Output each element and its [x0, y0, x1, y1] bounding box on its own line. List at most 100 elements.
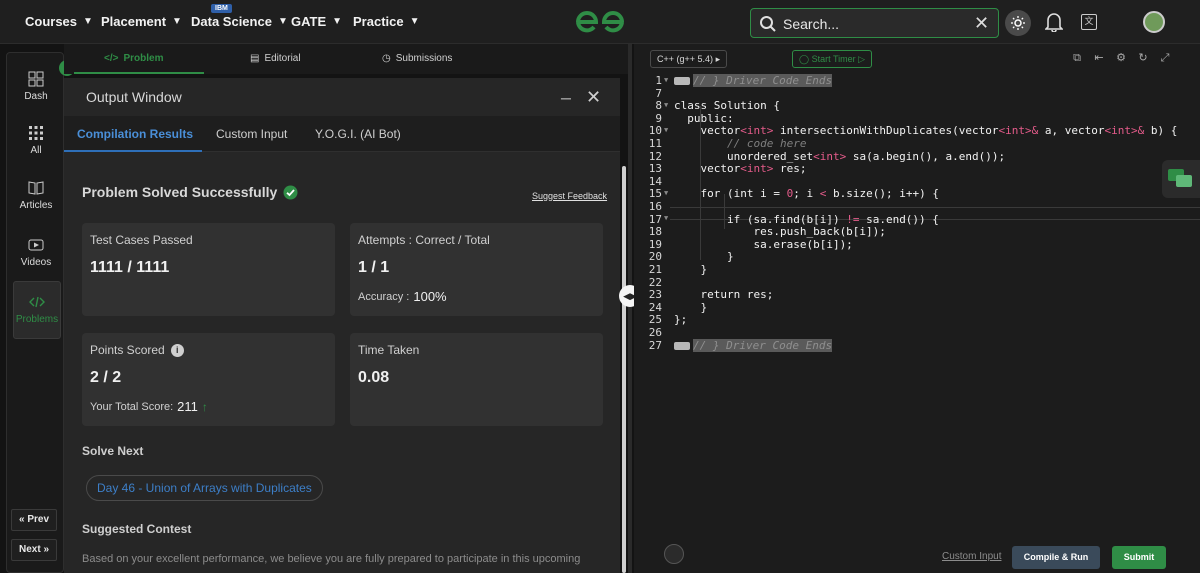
sidebar-item-articles[interactable]: Articles [7, 180, 65, 211]
active-tab-indicator [74, 72, 204, 74]
line-number: 1 [655, 74, 662, 87]
nav-data-science[interactable]: Data Science ▼ [191, 14, 288, 29]
close-icon[interactable]: ✕ [586, 87, 601, 108]
caret-right-icon: ▸ [715, 54, 721, 64]
play-icon: ▷ [858, 54, 866, 64]
line-number: 11 [648, 137, 662, 150]
attempts-card: Attempts : Correct / Total 1 / 1 Accurac… [350, 223, 603, 316]
copy-icon[interactable]: ⧉ [1071, 52, 1083, 64]
suggested-contest-heading: Suggested Contest [82, 522, 192, 536]
bell-icon[interactable] [1045, 12, 1063, 32]
code-line: class Solution { [674, 99, 780, 113]
code-line: sa.erase(b[i]); [674, 237, 853, 251]
fullscreen-icon[interactable]: ⤢ [1159, 52, 1171, 64]
tab-compilation-results[interactable]: Compilation Results [77, 127, 193, 141]
sidebar-item-videos[interactable]: Videos [7, 237, 65, 268]
code-line: } [674, 300, 708, 314]
prev-button[interactable]: « Prev [11, 509, 57, 531]
chevron-down-icon: ▼ [83, 16, 93, 27]
line-number: 12 [648, 149, 662, 163]
fold-icon[interactable]: ▼ [664, 101, 668, 109]
settings-icon[interactable]: ⚙ [1115, 52, 1127, 64]
problem-tabs: </> Problem ▤ Editorial ◷ Submissions [64, 44, 628, 74]
code-area[interactable]: 1 ▼ // } Driver Code Ends 7 8 ▼ class So… [634, 74, 1200, 524]
avatar[interactable] [1143, 11, 1165, 33]
fold-icon[interactable]: ▼ [664, 76, 668, 84]
info-icon[interactable]: i [170, 343, 184, 357]
clear-search-icon[interactable]: ✕ [974, 13, 989, 34]
dashboard-icon [28, 71, 44, 87]
gfg-logo[interactable] [574, 8, 626, 36]
line-number: 25 [648, 313, 662, 327]
submit-button[interactable]: Submit [1112, 546, 1166, 569]
chevron-down-icon: ▼ [332, 16, 343, 27]
line-number: 15 [648, 187, 662, 201]
tab-submissions[interactable]: ◷ Submissions [382, 53, 452, 64]
line-number: 8 [655, 99, 662, 113]
chevron-down-icon: ▼ [172, 16, 182, 27]
solve-next-heading: Solve Next [82, 444, 144, 458]
double-chevron-right-icon: » [43, 544, 50, 555]
compile-run-button[interactable]: Compile & Run [1012, 546, 1100, 569]
fold-icon[interactable]: ▼ [664, 126, 668, 134]
chevron-down-icon: ▼ [409, 16, 420, 27]
translate-icon[interactable]: 文 [1081, 14, 1097, 30]
line-number: 19 [648, 237, 662, 251]
tab-editorial[interactable]: ▤ Editorial [250, 53, 301, 64]
custom-input-link[interactable]: Custom Input [942, 551, 1001, 562]
output-tab-indicator [64, 150, 202, 152]
output-title: Output Window [86, 89, 182, 105]
sidebar-item-all[interactable]: All [7, 125, 65, 156]
editor-footer: Custom Input Compile & Run Submit [634, 540, 1200, 573]
clock-icon: ◷ [382, 53, 391, 64]
code-line: // } Driver Code Ends [674, 338, 833, 352]
nav-gate[interactable]: GATE ▼ [291, 14, 342, 29]
check-circle-icon [283, 185, 298, 199]
timer-icon: ◯ [799, 54, 810, 64]
tab-problem[interactable]: </> Problem [104, 53, 163, 64]
nav-courses[interactable]: Courses ▼ [25, 14, 93, 29]
chevron-down-icon: ▼ [277, 16, 288, 27]
line-number: 14 [648, 174, 662, 188]
theme-toggle-button[interactable] [1005, 10, 1031, 36]
attempts-value: 1 / 1 [358, 259, 390, 276]
line-number: 18 [648, 225, 662, 239]
reset-icon[interactable]: ↻ [1137, 52, 1149, 64]
next-button[interactable]: Next » [11, 539, 57, 561]
chat-bot-button[interactable] [1162, 160, 1200, 198]
code-icon: </> [104, 53, 119, 64]
nav-placement[interactable]: Placement ▼ [101, 14, 182, 29]
grid-icon [29, 126, 43, 140]
video-icon [28, 239, 44, 251]
solve-next-link[interactable]: Day 46 - Union of Arrays with Duplicates [86, 475, 323, 501]
nav-practice[interactable]: Practice ▼ [353, 14, 420, 29]
line-number: 22 [648, 275, 662, 289]
code-icon [29, 296, 45, 308]
code-line: res.push_back(b[i]); [674, 225, 886, 239]
chat-icon [1168, 169, 1192, 187]
sun-icon [1011, 16, 1025, 30]
start-timer-button[interactable]: ◯ Start Timer ▷ [792, 50, 873, 68]
code-line: if (sa.find(b[i]) != sa.end()) { [726, 212, 939, 226]
document-icon: ▤ [250, 53, 260, 64]
search-input[interactable] [783, 15, 963, 33]
output-scrollbar[interactable] [622, 166, 626, 573]
output-header: Output Window ─ ✕ [64, 78, 620, 114]
bulb-icon[interactable] [664, 544, 684, 564]
line-number: 27 [648, 338, 662, 352]
tab-yogi-ai-bot[interactable]: Y.O.G.I. (AI Bot) [315, 127, 401, 141]
tab-custom-input[interactable]: Custom Input [216, 127, 287, 141]
fold-icon[interactable]: ▼ [664, 214, 668, 222]
code-editor: C++ (g++ 5.4) ▸ ◯ Start Timer ▷ ⧉ ⇤ ⚙ ↻ … [634, 44, 1200, 573]
test-cases-value: 1111 / 1111 [90, 259, 170, 276]
fold-icon[interactable]: ▼ [664, 189, 668, 197]
import-icon[interactable]: ⇤ [1093, 52, 1105, 64]
points-value: 2 / 2 [90, 369, 122, 386]
language-select[interactable]: C++ (g++ 5.4) ▸ [650, 50, 728, 68]
sidebar-item-dash[interactable]: Dash [7, 71, 65, 102]
code-line: }; [674, 313, 688, 327]
sidebar-item-problems[interactable]: Problems [13, 281, 61, 339]
minimize-icon[interactable]: ─ [561, 90, 571, 106]
code-line: unordered_set<int> sa(a.begin(), a.end()… [674, 149, 1006, 163]
suggest-feedback-link[interactable]: Suggest Feedback [532, 191, 607, 201]
